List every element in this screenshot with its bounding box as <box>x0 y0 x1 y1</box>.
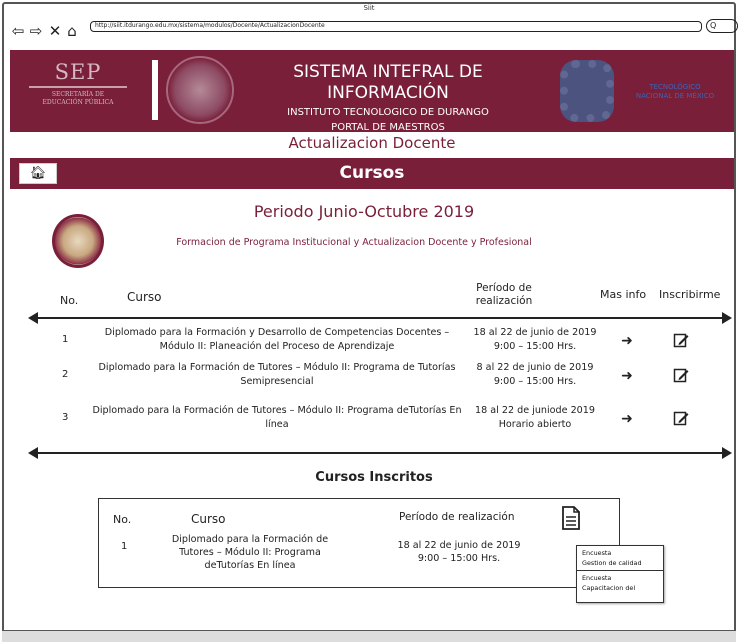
forward-arrow-icon[interactable]: ⇨ <box>28 23 44 39</box>
back-arrow-icon[interactable]: ⇦ <box>10 23 26 39</box>
dropdown-item-gestion-calidad[interactable]: Encuesta Gestion de calidad <box>577 546 663 570</box>
sign-in-arrow-icon[interactable]: ➜ <box>618 410 636 428</box>
browser-window: Siit ⇦ ⇨ ✕ ⌂ http://siit.itdurango.edu.m… <box>2 2 738 642</box>
column-header-no: No. <box>60 294 79 307</box>
section-title: Cursos <box>339 163 405 183</box>
sign-in-arrow-icon[interactable]: ➜ <box>618 367 636 385</box>
sep-logo: SEP SECRETARÍA DE EDUCACIÓN PÚBLICA <box>18 60 138 120</box>
course-period: 18 al 22 de junio de 2019 9:00 – 15:00 Hr… <box>473 327 597 352</box>
section-bar: Cursos 🏠︎ <box>10 158 734 189</box>
course-name: Diplomado para la Formación de Tutores –… <box>92 405 462 430</box>
enrolled-courses-panel: No. Curso Período de realización 1 Diplo… <box>98 498 620 588</box>
university-seal-icon <box>52 214 104 268</box>
period-title: Periodo Junio-Octubre 2019 <box>253 202 475 221</box>
tecnm-text: TECNOLÓGICO NACIONAL DE MÉXICO <box>635 83 715 100</box>
search-icon: Q <box>710 21 717 30</box>
course-period: 8 al 22 de junio de 2019 9:00 – 15:00 Hrs… <box>476 362 594 387</box>
header-divider <box>152 60 158 120</box>
enrolled-courses-title: Cursos Inscritos <box>315 470 433 485</box>
column-header-info: Mas info <box>600 288 647 301</box>
search-input[interactable]: Q <box>706 19 738 33</box>
table-divider-top <box>28 312 732 324</box>
mexico-seal-icon <box>166 56 234 124</box>
dropdown-item-capacitacion[interactable]: Encuesta Capacitacion del <box>577 570 663 595</box>
enrolled-header-curso: Curso <box>191 512 226 526</box>
edit-icon[interactable] <box>673 332 689 348</box>
table-row: 2 Diplomado para la Formación de Tutores… <box>4 359 738 393</box>
enrolled-row-no: 1 <box>121 541 128 552</box>
footer-bar <box>2 630 736 642</box>
url-input[interactable]: http://siit.itdurango.edu.mx/sistema/mod… <box>90 21 702 32</box>
enrolled-course-period: 18 al 22 de junio de 2019 9:00 – 15:00 Hr… <box>397 540 521 564</box>
home-button[interactable]: 🏠︎ <box>19 163 57 184</box>
home-icon[interactable]: ⌂ <box>64 23 80 39</box>
house-icon: 🏠︎ <box>29 166 47 181</box>
column-header-curso: Curso <box>127 290 162 304</box>
document-icon[interactable] <box>561 505 581 531</box>
course-period: 18 al 22 de juniode 2019 Horario abierto <box>475 405 595 430</box>
tecnm-gear-logo-icon <box>560 60 614 122</box>
edit-icon[interactable] <box>673 367 689 383</box>
course-name: Diplomado para la Formación y Desarrollo… <box>104 327 450 352</box>
table-divider-bottom <box>28 447 732 459</box>
course-name: Diplomado para la Formación de Tutores –… <box>98 362 456 387</box>
close-icon[interactable]: ✕ <box>47 23 63 39</box>
column-header-periodo: Período de realización <box>475 282 533 307</box>
system-title: SISTEMA INTEFRAL DE INFORMACIÓN <box>293 62 483 103</box>
site-header: SEP SECRETARÍA DE EDUCACIÓN PÚBLICA SIST… <box>10 50 734 135</box>
edit-icon[interactable] <box>673 410 689 426</box>
window-title: Siit <box>363 4 375 12</box>
enrolled-header-no: No. <box>113 513 132 526</box>
survey-dropdown-menu: Encuesta Gestion de calidad Encuesta Cap… <box>576 545 664 603</box>
page-title: Actualizacion Docente <box>288 134 456 152</box>
institute-name: INSTITUTO TECNOLOGICO DE DURANGO <box>287 107 489 118</box>
sign-in-arrow-icon[interactable]: ➜ <box>618 332 636 350</box>
program-title: Formacion de Programa Institucional y Ac… <box>176 237 532 248</box>
header-title-block: SISTEMA INTEFRAL DE INFORMACIÓN INSTITUT… <box>232 62 544 135</box>
table-row: 1 Diplomado para la Formación y Desarrol… <box>4 324 738 358</box>
column-header-inscribirme: Inscribirme <box>659 288 721 301</box>
enrolled-course-name: Diplomado para la Formación de Tutores –… <box>171 534 329 571</box>
enrolled-header-periodo: Período de realización <box>399 511 515 523</box>
table-row: 3 Diplomado para la Formación de Tutores… <box>4 402 738 436</box>
